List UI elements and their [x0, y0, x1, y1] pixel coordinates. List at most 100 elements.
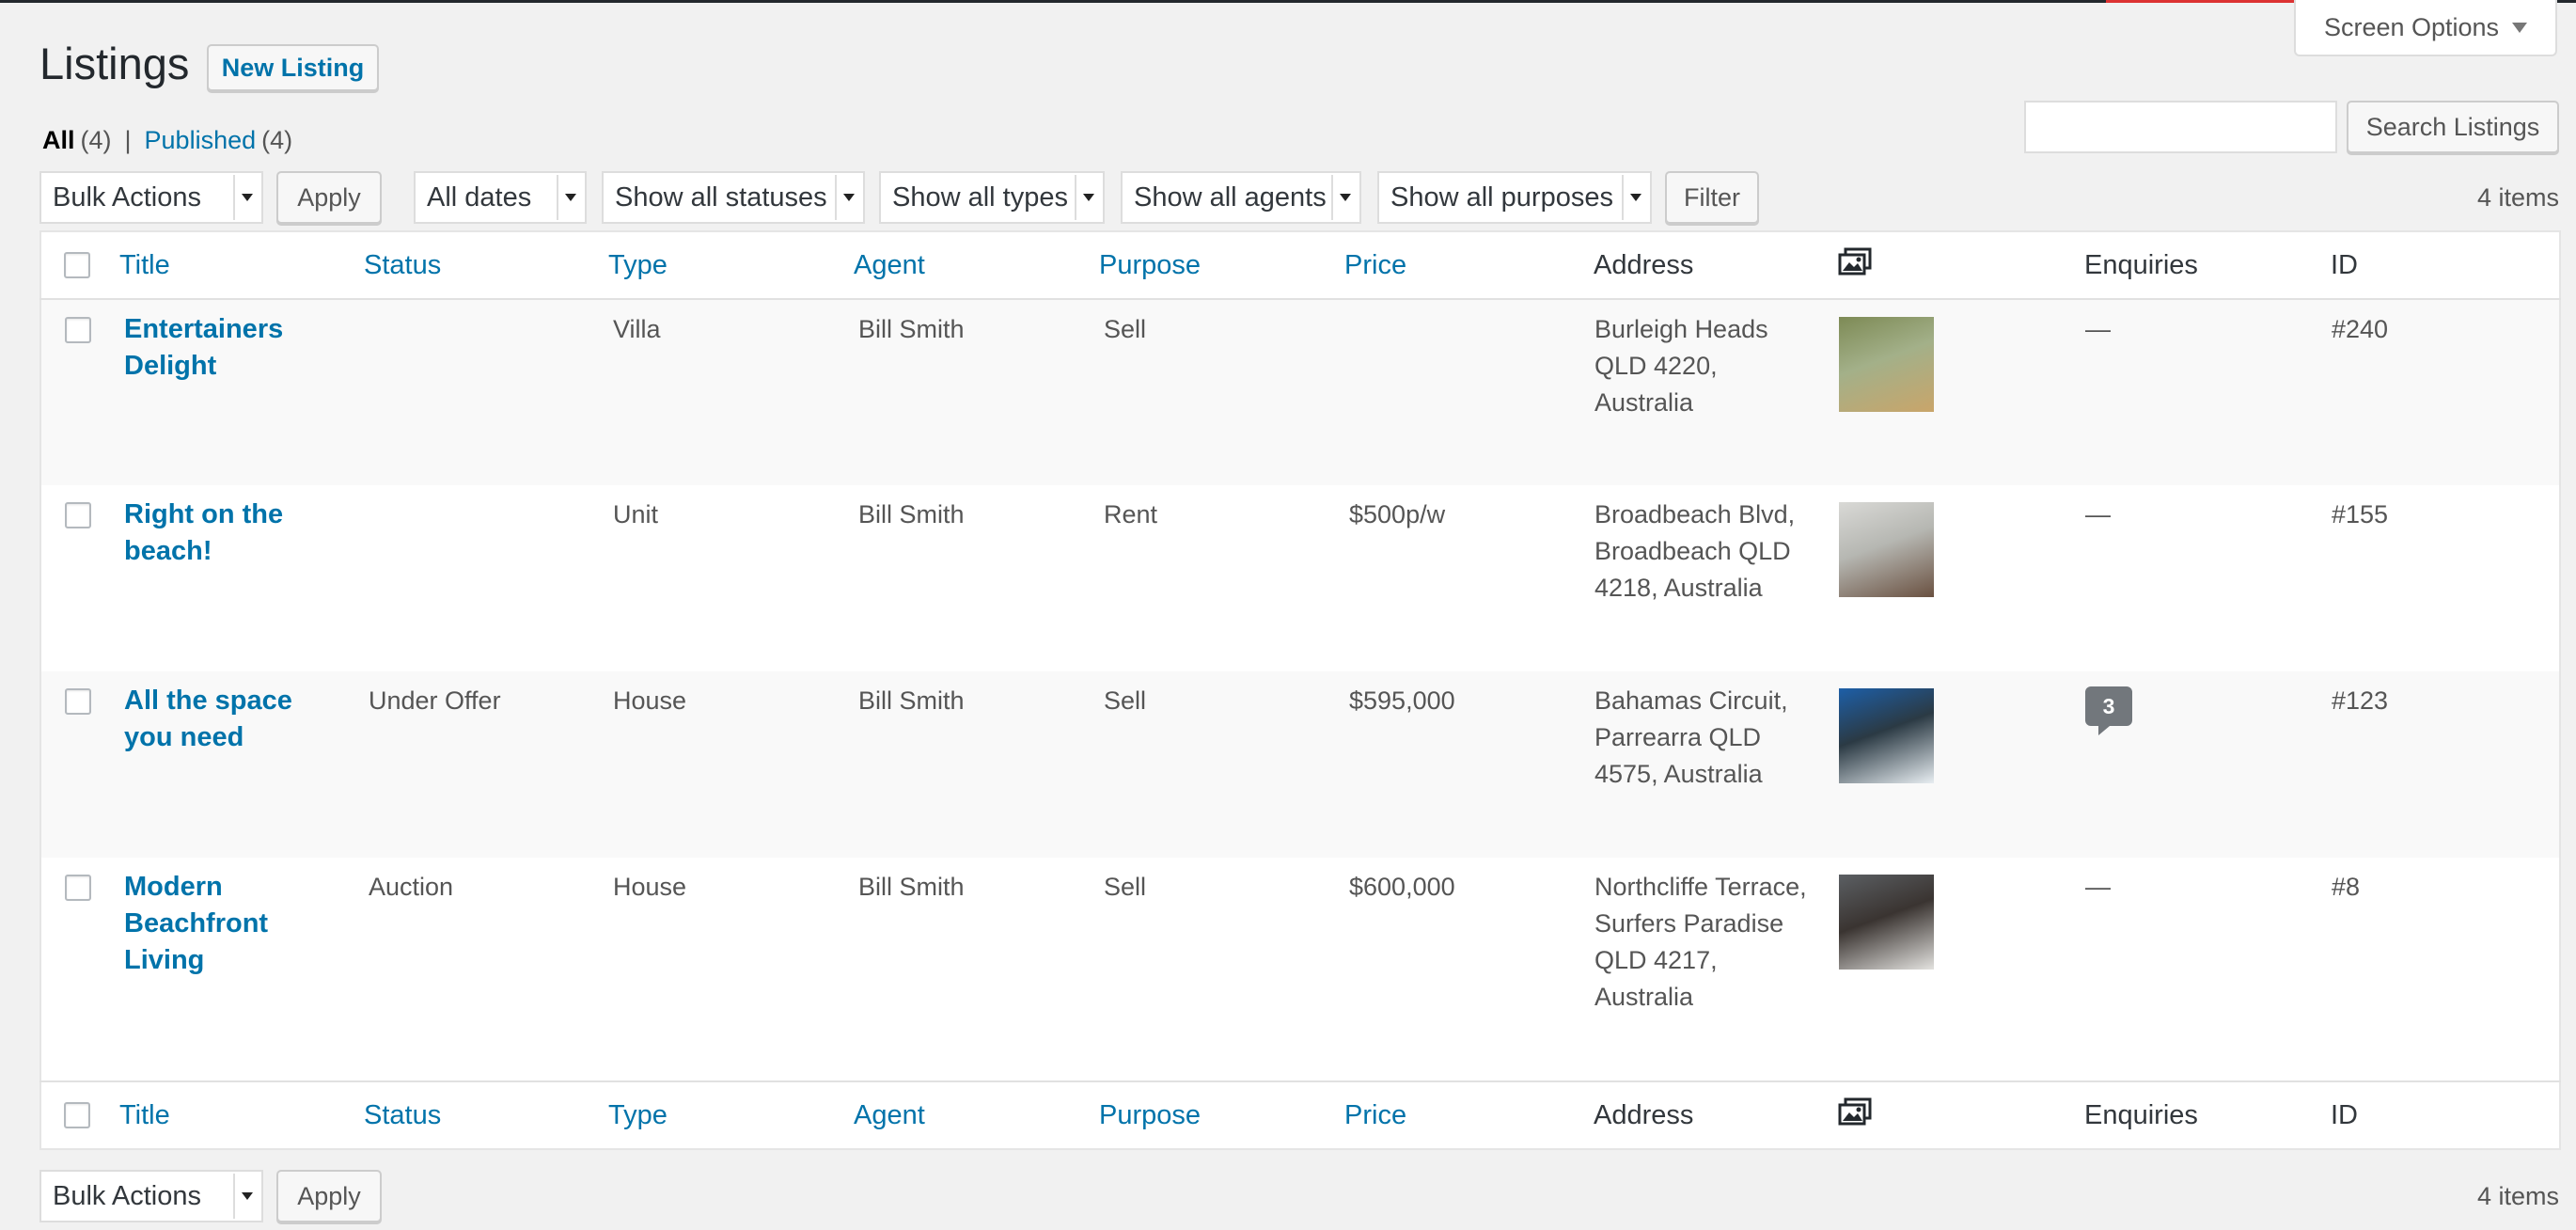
column-image: [1838, 231, 2084, 300]
listing-address: Bahamas Circuit, Parrearra QLD 4575, Aus…: [1594, 686, 1788, 788]
listing-title-link[interactable]: Modern Beachfront Living: [120, 869, 322, 979]
listing-id: #8: [2332, 873, 2361, 901]
column-price[interactable]: Price: [1344, 231, 1594, 300]
column-title-footer[interactable]: Title: [119, 1080, 364, 1149]
listing-type: House: [613, 873, 687, 901]
row-checkbox[interactable]: [65, 317, 91, 343]
listing-address: Broadbeach Blvd, Broadbeach QLD 4218, Au…: [1594, 500, 1796, 602]
screen-options-button[interactable]: Screen Options: [2294, 0, 2557, 56]
listing-agent: Bill Smith: [858, 315, 965, 343]
purpose-filter-select[interactable]: Show all purposes: [1377, 171, 1652, 224]
listing-address: Northcliffe Terrace, Surfers Paradise QL…: [1594, 873, 1807, 1011]
search-input[interactable]: [2024, 101, 2337, 153]
row-checkbox[interactable]: [65, 502, 91, 528]
listing-purpose: Rent: [1104, 500, 1158, 528]
status-filter-links: All (4) | Published (4): [42, 126, 292, 155]
bulk-actions-select[interactable]: Bulk Actions: [39, 171, 263, 224]
listing-id: #123: [2332, 686, 2389, 715]
select-arrow-icon: [1075, 175, 1101, 220]
listing-status: Under Offer: [369, 686, 501, 715]
listing-title-link[interactable]: Entertainers Delight: [120, 311, 322, 385]
column-id-footer: ID: [2331, 1080, 2560, 1149]
bulk-actions-value: Bulk Actions: [53, 181, 201, 213]
listing-address: Burleigh Heads QLD 4220, Australia: [1594, 315, 1768, 417]
column-status-footer[interactable]: Status: [364, 1080, 608, 1149]
column-enquiries-footer: Enquiries: [2084, 1080, 2331, 1149]
table-row: All the space you need Under Offer House Bi…: [40, 671, 2560, 858]
status-filter-value: Show all statuses: [615, 181, 827, 213]
row-checkbox-cell: [40, 858, 119, 1081]
listing-price: $500p/w: [1349, 500, 1446, 528]
select-arrow-icon: [1331, 175, 1358, 220]
listing-thumbnail[interactable]: [1839, 688, 1934, 783]
column-enquiries: Enquiries: [2084, 231, 2331, 300]
apply-button[interactable]: Apply: [276, 171, 382, 224]
listing-type: Villa: [613, 315, 661, 343]
column-agent-footer[interactable]: Agent: [854, 1080, 1099, 1149]
listing-purpose: Sell: [1104, 315, 1147, 343]
listing-thumbnail[interactable]: [1839, 502, 1934, 597]
listing-price: $600,000: [1349, 873, 1455, 901]
dates-filter-select[interactable]: All dates: [414, 171, 587, 224]
select-all-cell: [40, 1080, 119, 1149]
listing-id: #155: [2332, 500, 2389, 528]
select-arrow-icon: [557, 175, 583, 220]
column-type-footer[interactable]: Type: [608, 1080, 854, 1149]
column-purpose[interactable]: Purpose: [1099, 231, 1344, 300]
column-type[interactable]: Type: [608, 231, 854, 300]
new-listing-button[interactable]: New Listing: [207, 44, 379, 91]
type-filter-value: Show all types: [892, 181, 1068, 213]
enquiries-none: —: [2085, 500, 2111, 528]
column-status[interactable]: Status: [364, 231, 608, 300]
row-checkbox[interactable]: [65, 875, 91, 901]
status-filter-select[interactable]: Show all statuses: [602, 171, 865, 224]
bulk-actions-value-bottom: Bulk Actions: [53, 1180, 201, 1211]
row-checkbox[interactable]: [65, 688, 91, 715]
search-listings-button[interactable]: Search Listings: [2347, 101, 2559, 153]
table-row: Modern Beachfront Living Auction House Bill…: [40, 858, 2560, 1081]
row-checkbox-cell: [40, 671, 119, 858]
column-agent[interactable]: Agent: [854, 231, 1099, 300]
select-arrow-icon: [233, 175, 259, 220]
enquiries-none: —: [2085, 873, 2111, 901]
screen-options-label: Screen Options: [2323, 12, 2500, 41]
listing-purpose: Sell: [1104, 873, 1147, 901]
agent-filter-select[interactable]: Show all agents: [1121, 171, 1361, 224]
column-image-footer: [1838, 1080, 2084, 1149]
items-count-top: 4 items: [2476, 183, 2559, 212]
dates-filter-value: All dates: [427, 181, 532, 213]
row-checkbox-cell: [40, 299, 119, 485]
select-all-checkbox-footer[interactable]: [64, 1102, 90, 1128]
listing-title-link[interactable]: All the space you need: [120, 683, 322, 756]
filter-published-link[interactable]: Published: [145, 126, 257, 155]
enquiries-count-badge[interactable]: 3: [2085, 686, 2132, 735]
listing-thumbnail[interactable]: [1839, 317, 1934, 412]
listing-thumbnail[interactable]: [1839, 875, 1934, 970]
apply-button-bottom[interactable]: Apply: [276, 1170, 382, 1222]
admin-top-bar-edge: [0, 0, 2576, 3]
filter-all-link[interactable]: All: [42, 126, 75, 155]
type-filter-select[interactable]: Show all types: [879, 171, 1105, 224]
select-all-cell: [40, 231, 119, 300]
filter-published-count: (4): [261, 126, 293, 154]
agent-filter-value: Show all agents: [1134, 181, 1327, 213]
enquiries-none: —: [2085, 315, 2111, 343]
select-all-checkbox[interactable]: [64, 252, 90, 278]
bulk-actions-select-bottom[interactable]: Bulk Actions: [39, 1170, 263, 1222]
column-address: Address: [1594, 231, 1838, 300]
select-arrow-icon: [233, 1174, 259, 1219]
page-title: Listings: [39, 39, 190, 88]
select-arrow-icon: [835, 175, 861, 220]
listing-agent: Bill Smith: [858, 500, 965, 528]
images-icon: [1838, 247, 1872, 276]
purpose-filter-value: Show all purposes: [1390, 181, 1613, 213]
column-price-footer[interactable]: Price: [1344, 1080, 1594, 1149]
chevron-down-icon: [2512, 22, 2528, 33]
table-row: Right on the beach! Unit Bill Smith Rent $50…: [40, 485, 2560, 671]
listings-table: Title Status Type Agent Purpose Price Ad…: [39, 230, 2561, 1150]
listing-title-link[interactable]: Right on the beach!: [120, 497, 322, 570]
column-title[interactable]: Title: [119, 231, 364, 300]
filter-button[interactable]: Filter: [1665, 171, 1759, 224]
listing-status: Auction: [369, 873, 454, 901]
column-purpose-footer[interactable]: Purpose: [1099, 1080, 1344, 1149]
